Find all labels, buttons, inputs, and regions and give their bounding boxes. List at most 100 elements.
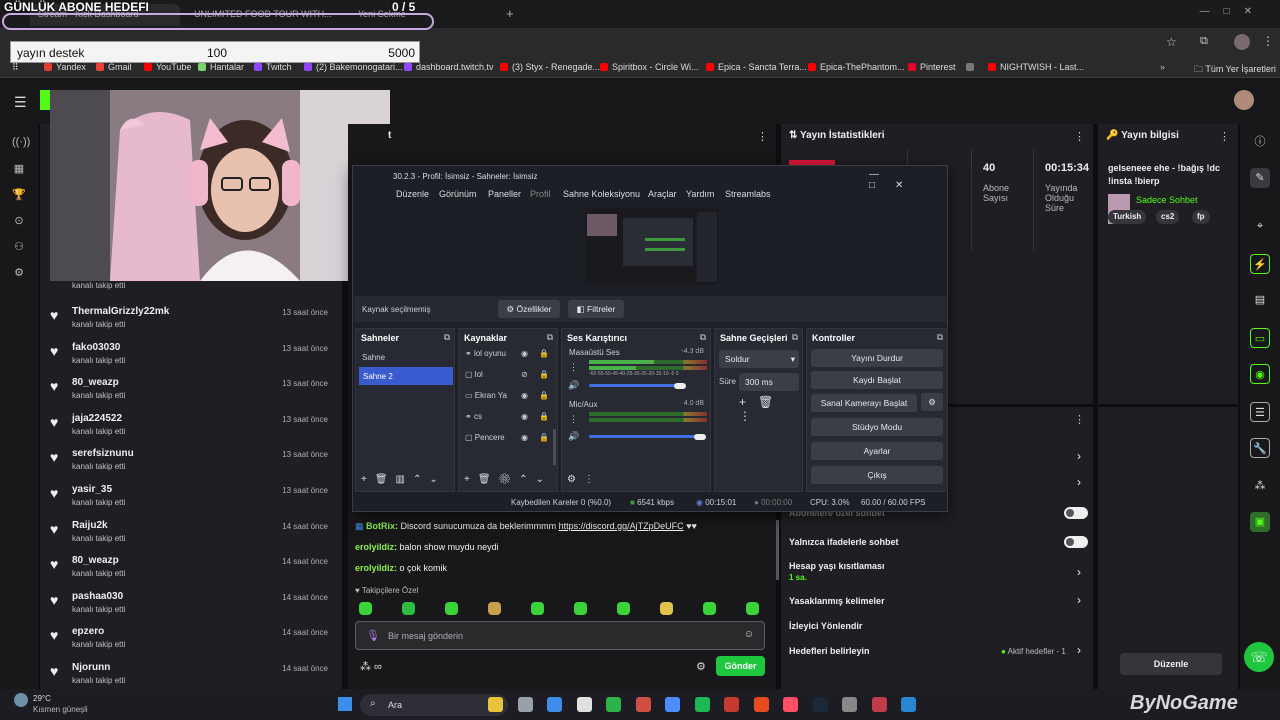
feed-item[interactable]: ♥ serefsiznunu kanalı takip etti 13 saat ön… (40, 446, 342, 482)
bolt-icon[interactable]: ⚡ (1250, 254, 1270, 274)
source-item[interactable]: ▢ lol ⊘ 🔒 (465, 370, 553, 379)
task-view-icon[interactable] (517, 697, 533, 712)
obs-menu-item[interactable]: Yardım (686, 189, 714, 199)
more-icon[interactable]: ⋮ (1074, 413, 1085, 426)
steam-icon[interactable] (842, 697, 857, 712)
menu-icon[interactable]: ⋮ (1262, 34, 1274, 48)
broadcast-icon[interactable]: ((·)) (12, 136, 30, 150)
feed-item[interactable]: ♥ jaja224522 kanalı takip etti 13 saat önce (40, 411, 342, 447)
undock-icon[interactable]: ⧉ (547, 332, 553, 343)
emote-button[interactable] (746, 602, 759, 615)
emote-button[interactable] (660, 602, 673, 615)
edit-icon[interactable]: ✎ (1250, 168, 1270, 188)
explorer-icon[interactable] (488, 697, 503, 712)
emote-only-toggle[interactable] (1064, 536, 1088, 548)
mod-icon[interactable]: ⊙ (12, 214, 26, 228)
app-icon[interactable] (901, 697, 916, 712)
lock-icon[interactable]: 🔒 (539, 349, 549, 358)
obs-menu-item[interactable]: Streamlabs (725, 189, 771, 199)
feed-item[interactable]: ♥ fako03030 kanalı takip etti 13 saat önce (40, 340, 342, 376)
obs-control-button[interactable]: Sanal Kamerayı Başlat (811, 394, 917, 412)
star-icon[interactable]: ☆ (1166, 35, 1177, 49)
gear-icon[interactable]: ⚙ (921, 393, 943, 411)
source-item[interactable]: ⚭ cs ◉ 🔒 (465, 412, 553, 421)
slider-handle[interactable] (674, 383, 686, 389)
chevron-right-icon[interactable]: › (1077, 565, 1081, 579)
gear-icon[interactable]: ⚙ (696, 660, 706, 673)
tag-chip[interactable]: Turkish (1108, 210, 1147, 224)
filters-button[interactable]: ◧ Filtreler (568, 300, 624, 318)
mic-icon[interactable]: 🎙 (366, 629, 380, 642)
game-icon[interactable]: ▣ (1250, 512, 1270, 532)
obs-control-button[interactable]: Çıkış (811, 466, 943, 484)
obs-menu-item[interactable]: Profil (530, 189, 551, 199)
music-icon[interactable] (812, 697, 828, 712)
chevron-right-icon[interactable]: › (1077, 475, 1081, 489)
community-icon[interactable]: ⚇ (12, 240, 26, 254)
emote-button[interactable] (703, 602, 716, 615)
taskbar-search[interactable]: ⌕ Ara (360, 694, 508, 716)
spotify-icon[interactable] (724, 697, 739, 712)
send-button[interactable]: Gönder (716, 656, 765, 676)
undock-icon[interactable]: ⧉ (937, 332, 943, 343)
lock-icon[interactable]: 🔒 (539, 412, 549, 421)
all-bookmarks[interactable]: 🗀 Tüm Yer İşaretleri (1194, 62, 1276, 78)
support-button[interactable]: ☏ (1244, 642, 1274, 672)
more-icon[interactable]: ⋮ (569, 414, 578, 425)
discord-icon[interactable] (694, 697, 710, 712)
eye-icon[interactable]: ◉ (521, 412, 528, 421)
emote-button[interactable] (531, 602, 544, 615)
chevron-right-icon[interactable]: › (1077, 643, 1081, 657)
sub-only-toggle[interactable] (1064, 507, 1088, 519)
scrollbar[interactable] (553, 429, 556, 465)
chat-input[interactable]: 🎙 Bir mesaj gönderin ☺ (355, 621, 765, 650)
source-item[interactable]: ▢ Pencere ◉ 🔒 (465, 433, 553, 442)
chevron-right-icon[interactable]: › (1077, 593, 1081, 607)
chevron-right-icon[interactable]: › (1077, 449, 1081, 463)
gear-icon[interactable]: ⚙ (12, 266, 26, 280)
trophy-icon[interactable]: 🏆 (12, 188, 26, 202)
transition-toolbar[interactable]: +🗑⋮ (739, 395, 802, 423)
obs-menu-item[interactable]: Düzenle (396, 189, 429, 199)
feed-item[interactable]: ♥ 80_weazp kanalı takip etti 14 saat önce (40, 553, 342, 589)
source-toolbar[interactable]: +🗑⚙⌃⌄ (464, 474, 552, 485)
transition-select[interactable]: Soldur ▾ (719, 350, 799, 368)
feed-item[interactable]: ♥ Raiju2k kanalı takip etti 14 saat önce (40, 518, 342, 554)
more-bookmarks-icon[interactable]: » (1160, 62, 1165, 72)
source-item[interactable]: ⚭ lol oyunu ◉ 🔒 (465, 349, 553, 358)
emote-button[interactable] (359, 602, 372, 615)
feed-item[interactable]: ♥ 80_weazp kanalı takip etti 13 saat önce (40, 375, 342, 411)
category-link[interactable]: Sadece Sohbet (1136, 195, 1198, 205)
list-icon[interactable]: ☰ (1250, 402, 1270, 422)
more-icon[interactable]: ⋮ (757, 130, 768, 143)
undock-icon[interactable]: ⧉ (792, 332, 798, 343)
avatar[interactable] (1234, 90, 1254, 110)
bookmark-item[interactable]: dashboard.twitch.tv (404, 62, 494, 72)
apps-icon[interactable]: ⠿ (12, 62, 19, 73)
crosshair-icon[interactable]: ⌖ (1250, 216, 1270, 236)
properties-button[interactable]: ⚙ Özellikler (498, 300, 560, 318)
redirect-label[interactable]: İzleyici Yönlendir (789, 621, 862, 631)
obs-control-button[interactable]: Yayını Durdur (811, 349, 943, 367)
scene-toolbar[interactable]: +🗑▥⌃⌄ (361, 474, 446, 485)
scrollbar[interactable] (776, 520, 779, 580)
eye-icon[interactable]: ◉ (521, 349, 528, 358)
eye-icon[interactable]: ◉ (521, 433, 528, 442)
mic-slider[interactable] (589, 435, 699, 438)
bookmark-item[interactable]: Twitch (254, 62, 292, 72)
banned-words-label[interactable]: Yasaklanmış kelimeler (789, 596, 885, 606)
obs-menu-item[interactable]: Görünüm (439, 189, 477, 199)
desktop-audio-slider[interactable] (589, 384, 679, 387)
eye-icon[interactable]: ◉ (521, 391, 528, 400)
obs-control-button[interactable]: Stüdyo Modu (811, 418, 943, 436)
new-tab-button[interactable]: + (502, 4, 522, 26)
bookmark-item[interactable]: Epica-ThePhantom... (808, 62, 905, 72)
copilot-icon[interactable] (547, 697, 562, 712)
brave-icon[interactable] (753, 697, 769, 712)
hamburger-icon[interactable]: ☰ (14, 94, 27, 111)
lock-icon[interactable]: 🔒 (539, 370, 549, 379)
obs-preview[interactable] (585, 208, 719, 285)
speaker-icon[interactable]: 🔊 (568, 380, 579, 391)
bookmark-item[interactable]: Epica - Sancta Terra... (706, 62, 807, 72)
undock-icon[interactable]: ⧉ (700, 332, 706, 343)
